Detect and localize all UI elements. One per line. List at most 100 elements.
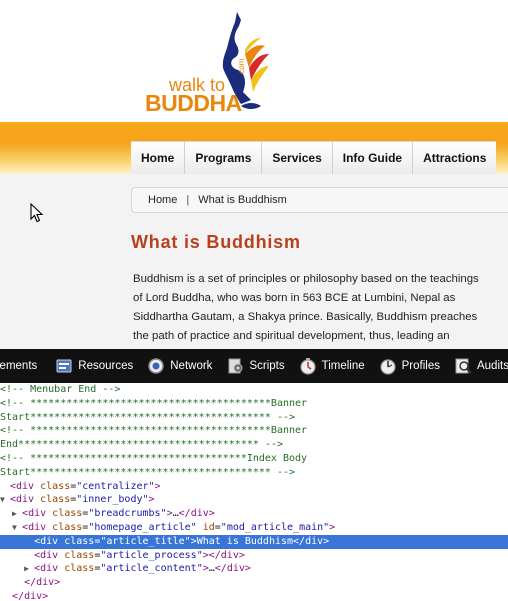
article-body: Buddhism is a set of principles or philo…	[133, 270, 505, 346]
page-title: What is Buddhism	[131, 232, 301, 252]
site-header: walk to BUDDHA .com	[0, 0, 508, 122]
dom-comment: <!-- ***********************************…	[0, 397, 308, 409]
breadcrumb-separator: |	[186, 194, 190, 206]
tab-network[interactable]: Network	[147, 349, 212, 383]
nav-item-attractions[interactable]: Attractions	[412, 142, 497, 174]
dom-attr-value: "mod_article_main"	[220, 521, 330, 533]
tab-elements[interactable]: lements	[0, 349, 37, 383]
dom-node[interactable]: End*************************************…	[0, 438, 508, 452]
dom-attr-value: "article_process"	[100, 549, 203, 561]
nav-item-home[interactable]: Home	[131, 142, 185, 174]
dom-tag: <div	[10, 494, 35, 506]
dom-indent	[0, 591, 12, 601]
dom-tag: <div	[22, 521, 47, 533]
dom-attr-value: "breadcrumbs"	[88, 508, 167, 520]
disclosure-triangle-icon[interactable]: ▶	[12, 507, 22, 521]
dom-comment: <!-- ***********************************…	[0, 452, 308, 464]
dom-node[interactable]: <!-- Menubar End -->	[0, 383, 508, 397]
dom-tag: <div	[34, 549, 59, 561]
dom-close-tag: </div>	[214, 563, 251, 575]
dom-attr-value: "article_content"	[100, 563, 203, 575]
dom-indent	[0, 577, 24, 588]
audits-icon	[454, 357, 472, 375]
breadcrumb-home-link[interactable]: Home	[148, 194, 177, 206]
dom-indent	[0, 480, 10, 494]
disclosure-triangle-icon[interactable]: ▼	[12, 521, 22, 535]
dom-indent	[0, 550, 24, 561]
tab-network-label: Network	[170, 360, 213, 372]
dom-node[interactable]: ▶ <div class="article_content">…</div>	[0, 562, 508, 576]
dom-attr-value: "homepage_article"	[88, 521, 197, 533]
disclosure-triangle-icon[interactable]: ▶	[24, 562, 34, 576]
dom-tag: <div	[10, 480, 35, 492]
dom-node-selected[interactable]: <div class="article_title">What is Buddh…	[0, 534, 508, 549]
dom-close-tag: </div>	[208, 549, 245, 561]
dom-tag: <div	[22, 508, 47, 520]
tab-resources-label: Resources	[78, 360, 134, 372]
article-line: Buddhism is a set of principles or philo…	[133, 273, 479, 285]
logo-text-buddha: BUDDHA	[145, 90, 242, 116]
tab-timeline-label: Timeline	[321, 360, 365, 372]
dom-comment: <!-- Menubar End -->	[0, 384, 121, 395]
tab-audits-label: Audits	[476, 360, 508, 372]
dom-close-tag: </div>	[293, 535, 330, 547]
tab-scripts-label: Scripts	[249, 360, 285, 372]
dom-node[interactable]: </div>	[0, 590, 508, 601]
dom-node[interactable]: <div class="article_process"></div>	[0, 549, 508, 563]
dom-indent	[24, 535, 34, 549]
dom-node[interactable]: <div class="centralizer">	[0, 480, 508, 494]
webpage-viewport: walk to BUDDHA .com Home Programs Servic…	[0, 0, 508, 349]
tab-elements-label: lements	[0, 360, 38, 372]
dom-node[interactable]: <!-- ***********************************…	[0, 397, 508, 411]
tab-scripts[interactable]: Scripts	[226, 349, 285, 383]
breadcrumb: Home | What is Buddhism	[131, 187, 508, 213]
article-line: Siddhartha Gautam, a Shakya prince. Basi…	[133, 311, 478, 323]
breadcrumb-current: What is Buddhism	[198, 194, 287, 206]
dom-node[interactable]: </div>	[0, 576, 508, 590]
tab-timeline[interactable]: Timeline	[299, 349, 365, 383]
dom-text: What is Buddhism	[196, 535, 294, 547]
dom-attr-name: class	[64, 535, 95, 547]
nav-item-programs[interactable]: Programs	[184, 142, 262, 174]
dom-tag: >	[154, 480, 161, 492]
dom-node[interactable]: Start***********************************…	[0, 466, 508, 480]
dom-tag: >	[329, 521, 336, 533]
dom-attr-name: class	[64, 549, 95, 561]
dom-close-tag: </div>	[12, 590, 49, 601]
dom-node[interactable]: <!-- ***********************************…	[0, 424, 508, 438]
article-line: of Lord Buddha, who was born in 563 BCE …	[133, 292, 456, 304]
elements-dom-tree[interactable]: <!-- Menubar End --> <!-- ***************…	[0, 383, 508, 601]
dom-comment: End*************************************…	[0, 439, 283, 451]
disclosure-triangle-icon[interactable]: ▼	[0, 493, 10, 507]
dom-attr-value: "article_title"	[100, 535, 191, 547]
tab-audits[interactable]: Audits	[454, 349, 508, 383]
dom-node[interactable]: ▼ <div class="inner_body">	[0, 493, 508, 507]
dom-attr-name: id	[202, 521, 215, 533]
dom-comment: Start***********************************…	[0, 466, 296, 478]
dom-indent	[0, 522, 12, 533]
dom-attr-value: "centralizer"	[76, 480, 155, 492]
dom-close-tag: </div>	[178, 508, 215, 520]
dom-attr-name: class	[64, 563, 95, 575]
dom-attr-name: class	[52, 521, 83, 533]
dom-attr-value: "inner_body"	[76, 494, 149, 506]
dom-indent	[24, 549, 34, 563]
timeline-icon	[299, 357, 317, 375]
dom-indent	[0, 563, 24, 574]
tab-resources[interactable]: Resources	[55, 349, 133, 383]
nav-item-services[interactable]: Services	[261, 142, 332, 174]
mouse-cursor-icon	[30, 203, 44, 223]
dom-comment: <!-- ***********************************…	[0, 425, 308, 437]
tab-profiles[interactable]: Profiles	[379, 349, 440, 383]
dom-node[interactable]: Start***********************************…	[0, 411, 508, 425]
site-logo[interactable]: walk to BUDDHA .com	[145, 10, 270, 118]
nav-item-info-guide[interactable]: Info Guide	[331, 142, 413, 174]
dom-node[interactable]: ▼ <div class="homepage_article" id="mod_a…	[0, 521, 508, 535]
dom-node[interactable]: <!-- ***********************************…	[0, 452, 508, 466]
logo-text-com: .com	[237, 58, 246, 76]
network-icon	[147, 357, 165, 375]
tab-profiles-label: Profiles	[401, 360, 440, 372]
dom-node[interactable]: ▶ <div class="breadcrumbs">…</div>	[0, 507, 508, 521]
dom-indent	[0, 508, 12, 519]
dom-tag: <div	[34, 535, 59, 547]
